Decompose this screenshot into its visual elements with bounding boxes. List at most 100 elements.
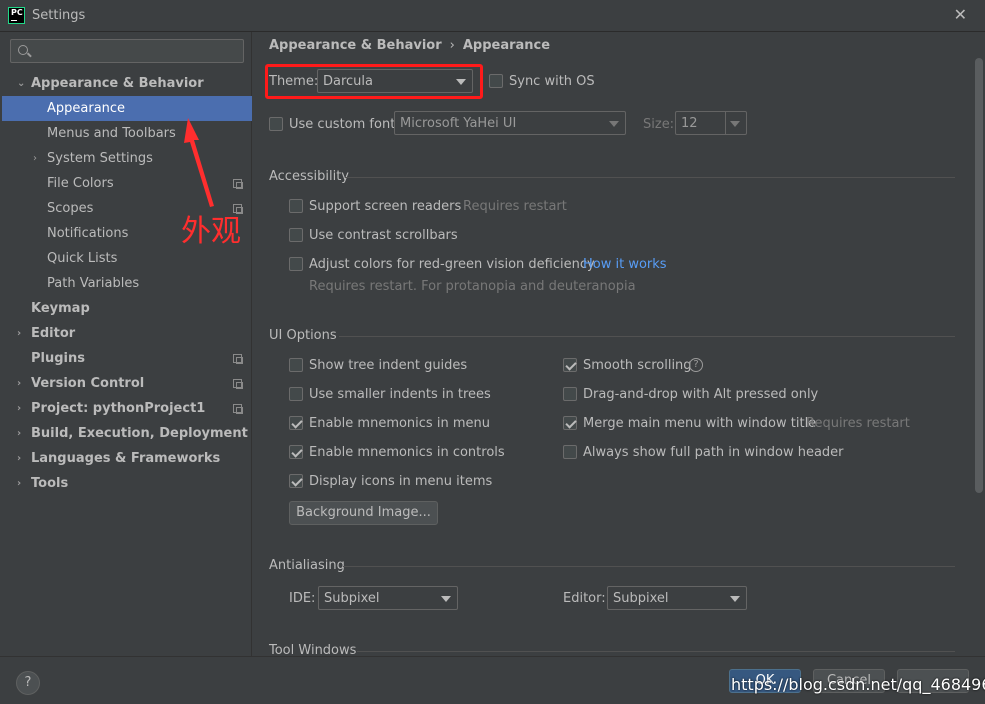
sidebar-item-label: Version Control [31,376,145,391]
window-title: Settings [32,8,86,23]
background-image-button[interactable]: Background Image... [289,501,438,525]
sidebar-item[interactable]: › Tools [2,471,252,496]
custom-font-label: Use custom font: [289,117,400,132]
ide-antialiasing-dropdown[interactable]: Subpixel [318,586,458,610]
sidebar-item-label: Tools [31,476,69,491]
sidebar-item[interactable]: › Project: pythonProject1 [2,396,252,421]
chevron-down-icon[interactable]: ⌄ [17,71,25,96]
sidebar-item-label: Quick Lists [47,251,118,266]
contrast-scrollbars-label: Use contrast scrollbars [309,228,458,243]
breadcrumb: Appearance & Behavior › Appearance [269,38,550,53]
chevron-right-icon[interactable]: › [17,371,21,396]
chevron-down-icon [730,121,740,127]
how-it-works-link[interactable]: How it works [583,257,667,272]
ui-option-checkbox[interactable] [563,358,577,372]
sidebar-item[interactable]: › Build, Execution, Deployment [2,421,252,446]
ui-option-label: Use smaller indents in trees [309,387,491,402]
font-size-dropdown[interactable]: 12 [675,111,747,135]
sidebar-item-label: Plugins [31,351,85,366]
chevron-right-icon[interactable]: › [17,321,21,346]
project-level-icon [233,404,243,414]
ide-antialiasing-value: Subpixel [324,591,380,606]
search-icon [18,45,28,55]
chevron-right-icon[interactable]: › [17,396,21,421]
tool-windows-section-title: Tool Windows [269,643,357,656]
project-level-icon [233,354,243,364]
content-scrollbar[interactable] [975,58,983,493]
ui-options-section-title: UI Options [269,328,337,343]
help-button[interactable]: ? [16,671,40,695]
sidebar-item-label: Appearance & Behavior [31,76,204,91]
accessibility-section-title: Accessibility [269,169,349,184]
settings-content: Appearance & Behavior › Appearance Theme: … [253,32,985,656]
chevron-right-icon[interactable]: › [17,471,21,496]
screen-readers-checkbox[interactable] [289,199,303,213]
sidebar-item-label: Project: pythonProject1 [31,401,206,416]
color-deficiency-note: Requires restart. For protanopia and deu… [309,279,636,294]
merge-menu-restart-note: Requires restart [806,416,910,431]
breadcrumb-separator: › [449,38,455,53]
settings-search[interactable] [10,39,244,63]
sidebar-item-label: Languages & Frameworks [31,451,221,466]
annotation-text: 外观 [181,214,241,249]
sidebar-item[interactable]: › Languages & Frameworks [2,446,252,471]
sidebar-item[interactable]: › Version Control [2,371,252,396]
antialiasing-section-title: Antialiasing [269,558,345,573]
ui-option-checkbox[interactable] [563,416,577,430]
search-input[interactable] [35,42,235,60]
ui-option-checkbox[interactable] [563,445,577,459]
sidebar-item-label: Appearance [47,101,126,116]
editor-antialiasing-value: Subpixel [613,591,669,606]
sidebar-item-label: Editor [31,326,76,341]
sidebar-item[interactable]: Keymap [2,296,252,321]
sidebar-item-label: Notifications [47,226,129,241]
ui-option-checkbox[interactable] [289,445,303,459]
ui-option-checkbox[interactable] [289,387,303,401]
dialog-footer: ? OK Cancel https://blog.csdn.net/qq_468… [0,656,985,704]
ui-option-label: Enable mnemonics in controls [309,445,505,460]
ui-option-checkbox[interactable] [289,358,303,372]
ui-option-label: Show tree indent guides [309,358,468,373]
chevron-down-icon [441,596,451,602]
sidebar-item[interactable]: Path Variables [2,271,252,296]
sidebar-item-label: Build, Execution, Deployment [31,426,248,441]
chevron-down-icon [730,596,740,602]
ui-option-checkbox[interactable] [289,416,303,430]
sidebar-item-label: File Colors [47,176,114,191]
sidebar-item[interactable]: › Editor [2,321,252,346]
ui-option-label: Enable mnemonics in menu [309,416,490,431]
help-icon[interactable]: ? [689,358,703,372]
sync-os-checkbox[interactable] [489,74,503,88]
color-deficiency-checkbox[interactable] [289,257,303,271]
chevron-right-icon[interactable]: › [17,421,21,446]
theme-highlight-box [265,64,483,99]
chevron-right-icon[interactable]: › [33,146,37,171]
chevron-right-icon[interactable]: › [17,446,21,471]
sidebar-item-label: System Settings [47,151,153,166]
sidebar-item[interactable]: Plugins [2,346,252,371]
breadcrumb-current: Appearance [462,38,551,53]
project-level-icon [233,379,243,389]
font-size-label: Size: [643,117,675,132]
font-dropdown[interactable]: Microsoft YaHei UI [394,111,626,135]
contrast-scrollbars-checkbox[interactable] [289,228,303,242]
ui-option-label: Always show full path in window header [583,445,844,460]
screen-readers-label: Support screen readers [309,199,462,214]
annotation-arrow-icon [184,118,214,207]
close-icon[interactable]: ✕ [954,5,967,24]
project-level-icon [233,179,243,189]
editor-antialiasing-dropdown[interactable]: Subpixel [607,586,747,610]
font-size-value: 12 [681,116,698,131]
watermark-text: https://blog.csdn.net/qq_46849625 [731,675,985,694]
custom-font-checkbox[interactable] [269,117,283,131]
sidebar-item[interactable]: ⌄ Appearance & Behavior [2,71,252,96]
requires-restart-note: Requires restart [463,199,567,214]
color-deficiency-label: Adjust colors for red-green vision defic… [309,257,595,272]
ui-option-checkbox[interactable] [563,387,577,401]
sidebar-item-label: Menus and Toolbars [47,126,176,141]
ui-option-checkbox[interactable] [289,474,303,488]
ui-option-label: Merge main menu with window title [583,416,817,431]
sidebar-item-label: Scopes [47,201,94,216]
pycharm-app-icon: PC [8,7,25,24]
breadcrumb-parent[interactable]: Appearance & Behavior [269,38,442,53]
